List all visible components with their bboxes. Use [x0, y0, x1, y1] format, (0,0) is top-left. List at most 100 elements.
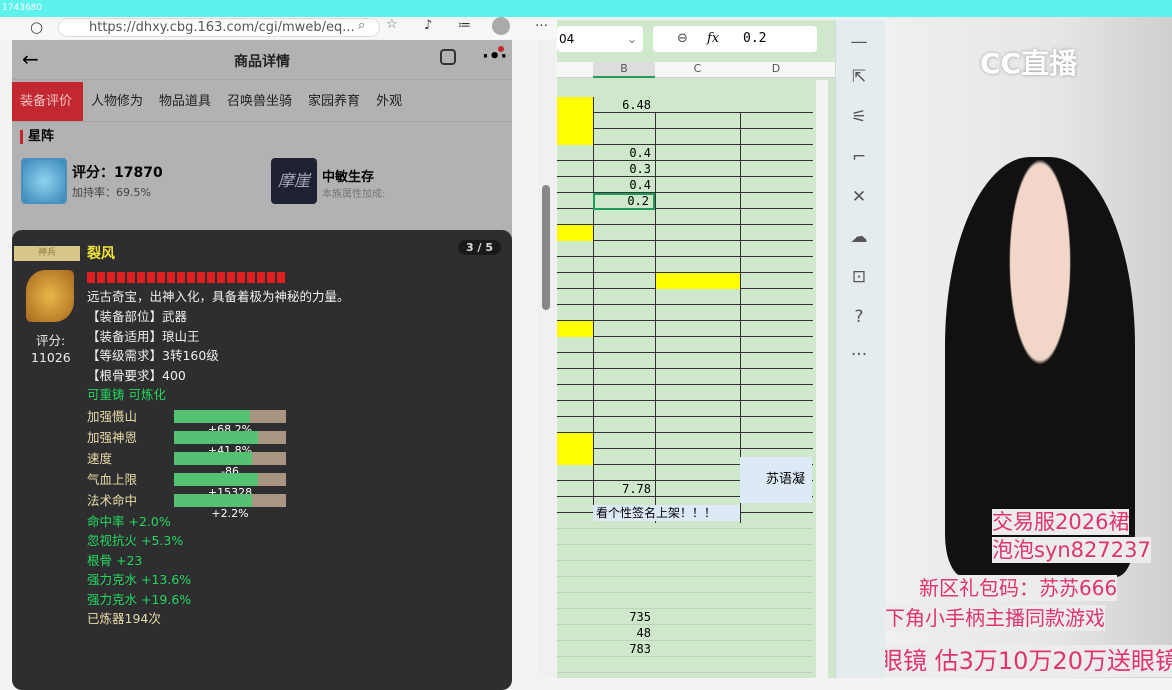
sheet-row — [557, 289, 813, 305]
weapon-icon — [26, 270, 74, 322]
sheet-row — [557, 401, 813, 417]
extra-stat: 命中率 +2.0% — [87, 514, 171, 529]
highlight-cell — [557, 129, 593, 145]
stat-bar-fill — [174, 452, 253, 465]
cell-grid[interactable]: 6.48 0.4 0.3 0.4 0.2 7.78 735 48 783 — [557, 97, 813, 678]
score-label: 评分: — [36, 333, 66, 348]
cell-value[interactable]: 0.4 — [593, 177, 655, 193]
share-icon[interactable] — [440, 49, 456, 65]
more-icon[interactable]: ··· — [836, 345, 882, 365]
cell-note[interactable]: 看个性签名上架！！！ — [593, 505, 740, 521]
browser-toolbar: ○ https://dhxy.cbg.163.com/cgi/mweb/eq..… — [0, 15, 557, 39]
transform-icon[interactable]: ⌐ — [836, 147, 882, 167]
col-header-c[interactable]: C — [655, 62, 740, 75]
extra-stat: 强力克水 +19.6% — [87, 592, 192, 607]
cell-value[interactable]: 735 — [593, 609, 655, 625]
highlight-cell — [557, 449, 593, 465]
avatar[interactable] — [492, 17, 510, 35]
notification-dot — [498, 46, 504, 52]
star-icon[interactable]: ☆ — [386, 17, 398, 32]
sheet-row — [557, 657, 813, 673]
stat-bar: +2.2% — [174, 494, 286, 520]
tab-appearance[interactable]: 外观 — [368, 82, 410, 121]
name-box[interactable]: 04 ⌄ — [557, 26, 643, 52]
extra-stat: 根骨 +23 — [87, 553, 143, 568]
formula-value: 0.2 — [743, 31, 767, 46]
overlay-text: 新区礼包码：苏苏666 — [919, 575, 1118, 601]
stat-name: 加强慑山 — [87, 409, 138, 424]
search-icon[interactable]: ⌕ — [358, 18, 365, 33]
item-badge: 神兵 — [14, 246, 80, 261]
tab-pets[interactable]: 召唤兽坐骑 — [219, 82, 300, 121]
sheet-row — [557, 209, 813, 225]
sheet-row — [557, 577, 813, 593]
prop-slot: 【装备部位】武器 — [87, 309, 188, 324]
sheet-row — [557, 321, 813, 337]
select-icon[interactable]: ⇱ — [836, 67, 882, 87]
overlay-text: 交易服2026裙 — [992, 509, 1130, 535]
prop-level: 【等级需求】3转160级 — [87, 348, 219, 363]
col-header-d[interactable]: D — [740, 62, 812, 75]
highlight-cell — [557, 97, 593, 113]
stat-bar-fill — [174, 431, 258, 444]
settings-slider-icon[interactable]: ⚟ — [836, 107, 882, 127]
page-title: 商品详情 — [234, 54, 290, 70]
formula-bar[interactable]: ⊖ fx 0.2 — [653, 26, 817, 52]
stat-bar: -86 — [174, 452, 286, 478]
webcam-feed: CC直播 交易服2026裙 泡泡syn827237 新区礼包码：苏苏666 下角… — [885, 17, 1172, 678]
sheet-row — [557, 305, 813, 321]
star-formation-emblem-icon: 摩崖 — [271, 158, 317, 204]
page-scrollbar[interactable] — [538, 40, 556, 678]
highlight-cell — [557, 433, 593, 449]
scrollbar-thumb[interactable] — [542, 185, 550, 310]
tab-bar: 装备评价 人物修为 物品道具 召唤兽坐骑 家园养育 外观 — [12, 82, 512, 122]
sheet-scrollbar[interactable] — [816, 80, 828, 678]
minimize-icon[interactable]: — — [836, 32, 882, 52]
prop-applicable: 【装备适用】琅山王 — [87, 329, 200, 344]
star-sub: 本族属性加成: — [322, 189, 386, 200]
side-toolbar: — ⇱ ⚟ ⌐ ✕ ☁ ⊡ ? ··· — [835, 20, 885, 678]
cell-value[interactable]: 0.4 — [593, 145, 655, 161]
fx-icon[interactable]: fx — [707, 26, 719, 52]
help-icon[interactable]: ? — [836, 307, 882, 327]
tab-home[interactable]: 家园养育 — [300, 82, 368, 121]
cell-d-label[interactable]: 苏语凝 — [740, 457, 812, 503]
cell-value[interactable]: 0.3 — [593, 161, 655, 177]
cell-value[interactable]: 6.48 — [593, 97, 655, 113]
stat-bar-fill — [174, 410, 251, 423]
highlight-cell — [557, 225, 593, 241]
tab-character[interactable]: 人物修为 — [83, 82, 151, 121]
stat-bar-fill — [174, 494, 253, 507]
sheet-row — [557, 385, 813, 401]
overlay-text: 下角小手柄主播同款游戏 — [885, 605, 1105, 631]
star-level-bar — [87, 272, 287, 283]
more-icon[interactable]: … — [535, 15, 548, 30]
sheet-row — [557, 433, 813, 449]
address-bar[interactable]: https://dhxy.cbg.163.com/cgi/mweb/eq... — [58, 18, 380, 37]
sheet-row — [557, 257, 813, 273]
sheet-row — [557, 225, 813, 241]
section-title: 星阵 — [20, 130, 54, 144]
reload-icon[interactable]: ○ — [30, 18, 43, 36]
tab-items[interactable]: 物品道具 — [151, 82, 219, 121]
highlight-cell — [557, 113, 593, 129]
tab-equipment[interactable]: 装备评价 — [12, 82, 83, 121]
cell-value[interactable]: 48 — [593, 625, 655, 641]
col-header-b[interactable]: B — [593, 62, 655, 78]
overlay-text: 眼镜 估3万10万20万送眼镜 — [885, 645, 1172, 677]
tools-icon[interactable]: ✕ — [836, 187, 882, 207]
book-search-icon[interactable]: ⊡ — [836, 267, 882, 287]
favorites-icon[interactable]: ≔ — [458, 18, 471, 33]
stat-name: 气血上限 — [87, 472, 138, 487]
extra-stat: 忽视抗火 +5.3% — [87, 533, 184, 548]
cell-value[interactable]: 0.2 — [593, 193, 655, 210]
media-icon[interactable]: ♪ — [424, 18, 432, 33]
cell-value[interactable]: 783 — [593, 641, 655, 657]
sheet-row — [557, 545, 813, 561]
cell-value[interactable]: 7.78 — [593, 481, 655, 497]
brain-icon[interactable]: ☁ — [836, 227, 882, 247]
stat-bar: +68.2% — [174, 410, 286, 436]
star-score: 评分：17870 — [72, 165, 163, 181]
zoom-icon[interactable]: ⊖ — [677, 26, 688, 52]
cc-live-logo: CC直播 — [980, 47, 1078, 80]
